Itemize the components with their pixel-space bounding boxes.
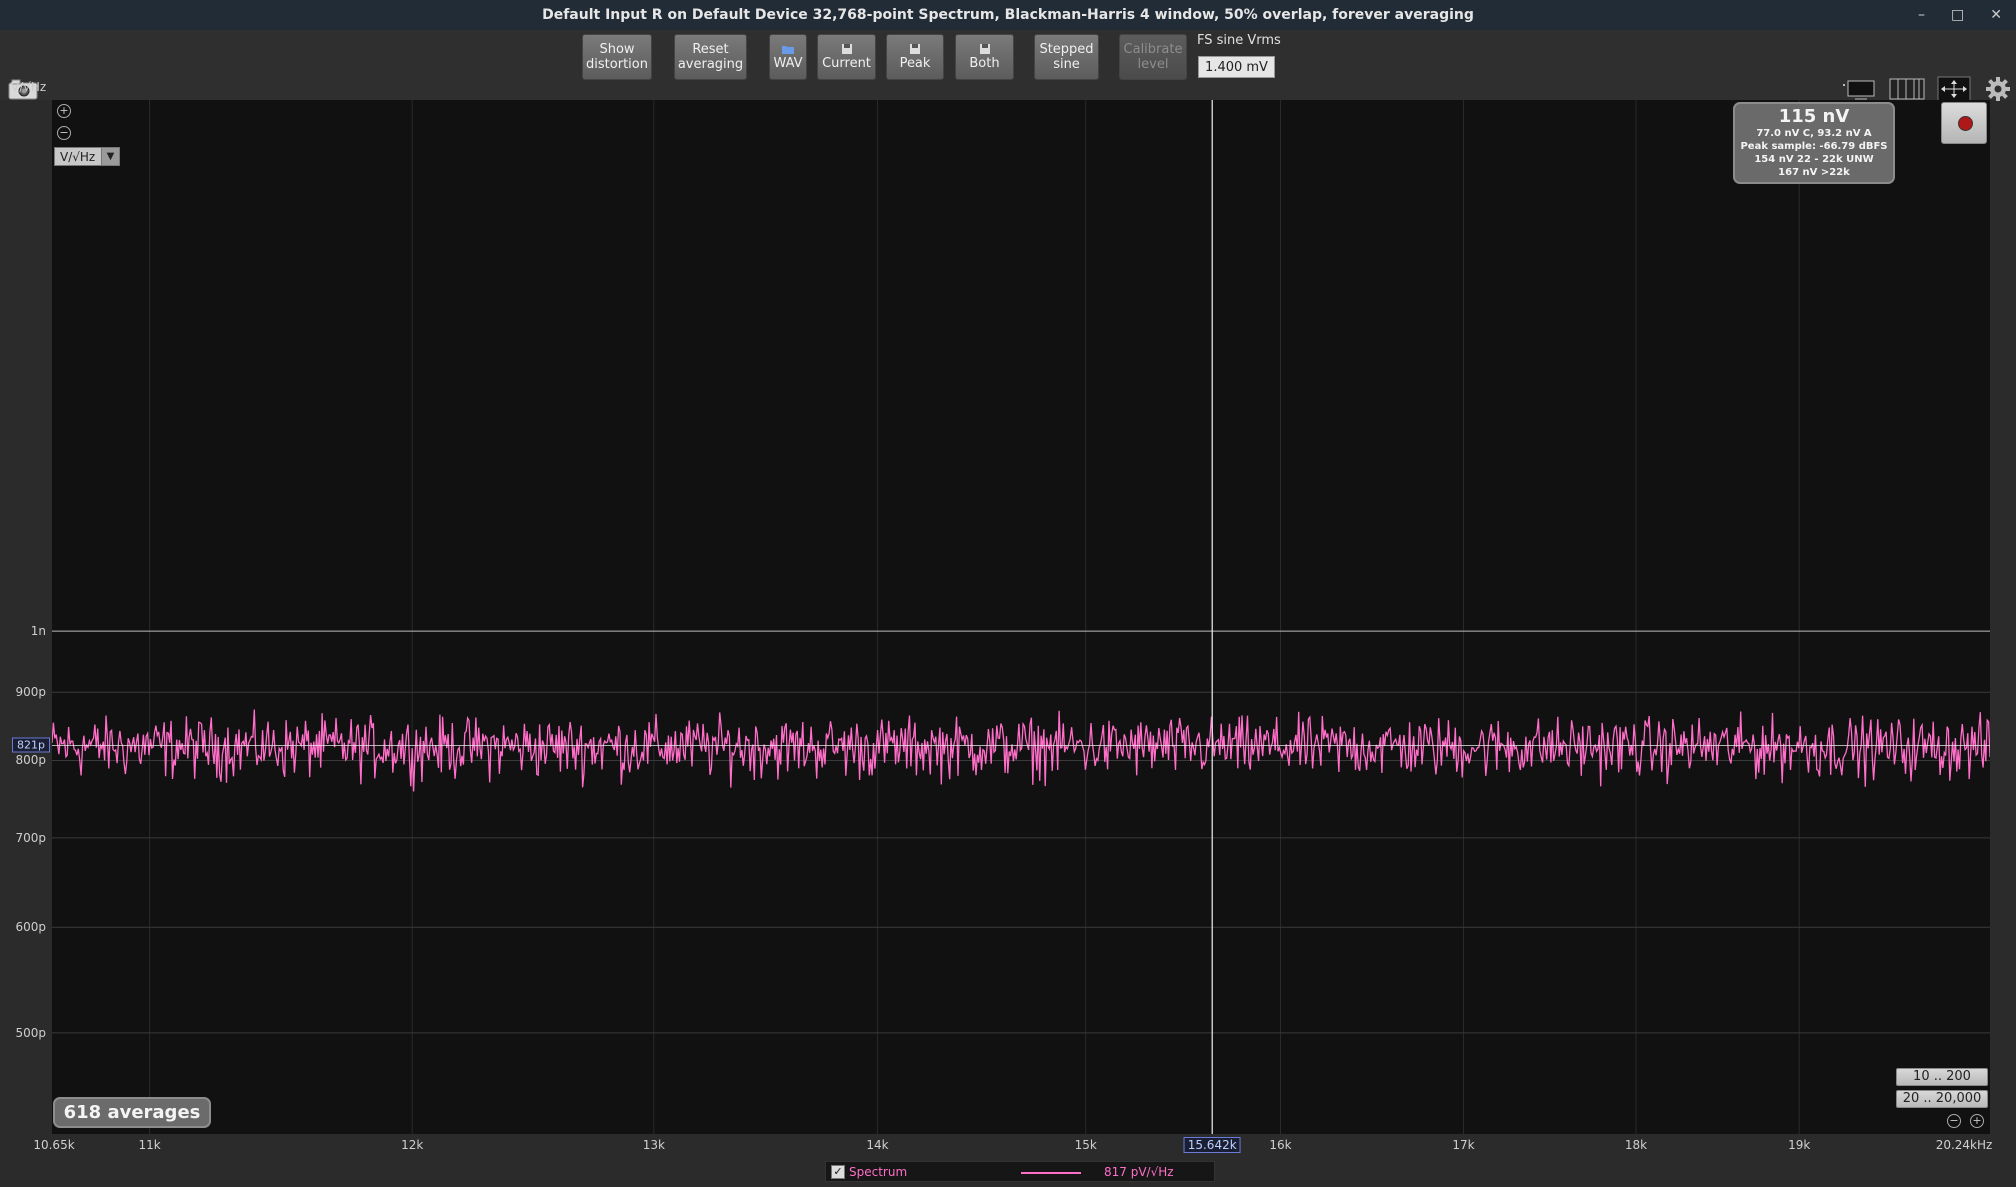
stepped-sine-label-1: Stepped — [1039, 42, 1094, 57]
reset-averaging-button[interactable]: Reset averaging — [674, 34, 747, 80]
spectrum-checkbox[interactable]: ✓ — [831, 1165, 845, 1179]
spectrum-chart[interactable] — [52, 100, 1990, 1134]
x-tick-label: 12k — [401, 1138, 424, 1152]
legend: ✓ Spectrum 817 pV/√Hz — [825, 1161, 1215, 1182]
summary-main-value: 115 nV — [1778, 106, 1850, 127]
wav-label: WAV — [773, 55, 803, 71]
x-tick-label: 11k — [138, 1138, 161, 1152]
window-title: Default Input R on Default Device 32,768… — [542, 7, 1474, 23]
window-controls: – □ ✕ — [1918, 0, 2002, 30]
calibrate-level-label-2: level — [1137, 57, 1169, 72]
zoom-out-icon[interactable]: − — [57, 126, 71, 140]
stepped-sine-label-2: sine — [1053, 57, 1080, 72]
save-current-button[interactable]: Current — [817, 34, 876, 80]
calibrate-level-label-1: Calibrate — [1123, 42, 1183, 57]
record-icon — [1958, 116, 1973, 131]
range-10-200-button[interactable]: 10 .. 200 — [1896, 1068, 1988, 1086]
summary-line: 77.0 nV C, 93.2 nV A — [1756, 128, 1872, 139]
maximize-button[interactable]: □ — [1951, 7, 1964, 23]
x-zoom-out-icon[interactable]: − — [1947, 1114, 1961, 1128]
save-icon — [979, 43, 990, 54]
y-tick-label: 900p — [15, 685, 46, 700]
minimize-button[interactable]: – — [1918, 7, 1925, 23]
x-tick-label: 15k — [1074, 1138, 1097, 1152]
show-distortion-label-1: Show — [599, 42, 635, 57]
unit-select[interactable]: V/√Hz ▼ — [54, 147, 120, 166]
wav-button[interactable]: WAV — [769, 34, 807, 80]
stepped-sine-button[interactable]: Stepped sine — [1034, 34, 1099, 80]
gear-icon[interactable] — [1985, 76, 2011, 102]
x-tick-label: 17k — [1452, 1138, 1475, 1152]
summary-line: 167 nV >22k — [1778, 167, 1850, 178]
summary-line: Peak sample: -66.79 dBFS — [1740, 141, 1888, 152]
save-peak-button[interactable]: Peak — [886, 34, 944, 80]
unit-select-value: V/√Hz — [60, 150, 96, 164]
multi-view-icon[interactable] — [1889, 76, 1925, 102]
y-unit-label: V/√Hz — [11, 80, 47, 94]
x-tick-label: 20.24kHz — [1935, 1138, 1993, 1152]
legend-series-value: 817 pV/√Hz — [1104, 1165, 1174, 1179]
close-button[interactable]: ✕ — [1990, 7, 2002, 23]
fullscreen-icon[interactable] — [1937, 76, 1971, 102]
fs-sine-input[interactable]: 1.400 mV — [1198, 56, 1275, 78]
y-tick-label: 600p — [15, 920, 46, 935]
x-zoom-in-icon[interactable]: + — [1970, 1114, 1984, 1128]
save-icon — [910, 43, 920, 54]
fs-sine-label: FS sine Vrms — [1197, 33, 1281, 48]
cursor-frequency-label[interactable]: 15.642k — [1183, 1137, 1241, 1153]
spectrum-trace — [52, 709, 1990, 792]
x-tick-label: 19k — [1788, 1138, 1811, 1152]
range-20-20000-button[interactable]: 20 .. 20,000 — [1896, 1090, 1988, 1108]
save-both-label: Both — [969, 55, 1000, 71]
show-distortion-button[interactable]: Show distortion — [582, 34, 652, 80]
save-icon — [841, 43, 852, 54]
y-tick-label: 500p — [15, 1025, 46, 1040]
spectrum-plot[interactable] — [52, 100, 1990, 1134]
summary-line: 154 nV 22 - 22k UNW — [1754, 154, 1874, 165]
level-summary-box: 115 nV 77.0 nV C, 93.2 nV A Peak sample:… — [1733, 102, 1895, 184]
window-title-bar: Default Input R on Default Device 32,768… — [0, 0, 2016, 30]
reset-averaging-label-1: Reset — [692, 42, 729, 57]
single-view-icon[interactable] — [1843, 76, 1877, 102]
x-tick-label: 14k — [866, 1138, 889, 1152]
toolbar: Show distortion Reset averaging WAV Curr… — [0, 30, 2016, 102]
save-current-label: Current — [822, 55, 871, 71]
legend-line-swatch — [1021, 1172, 1081, 1174]
record-button[interactable] — [1941, 102, 1987, 144]
x-tick-label: 18k — [1624, 1138, 1648, 1152]
legend-series-name: Spectrum — [849, 1165, 908, 1179]
folder-icon — [782, 45, 794, 54]
chevron-down-icon[interactable]: ▼ — [101, 148, 119, 165]
x-tick-label: 13k — [642, 1138, 665, 1152]
y-tick-label: 1n — [30, 624, 46, 639]
save-peak-label: Peak — [899, 55, 931, 71]
x-tick-label: 10.65k — [33, 1138, 75, 1152]
x-tick-label: 16k — [1269, 1138, 1292, 1152]
reset-averaging-label-2: averaging — [677, 57, 744, 72]
y-tick-label: 700p — [15, 830, 46, 845]
show-distortion-label-2: distortion — [586, 57, 648, 72]
averages-badge: 618 averages — [53, 1097, 211, 1128]
calibrate-level-button[interactable]: Calibrate level — [1119, 34, 1187, 80]
y-tick-label: 800p — [15, 753, 46, 768]
zoom-in-icon[interactable]: + — [57, 104, 71, 118]
save-both-button[interactable]: Both — [955, 34, 1014, 80]
level-marker-label[interactable]: 821p — [12, 737, 50, 753]
